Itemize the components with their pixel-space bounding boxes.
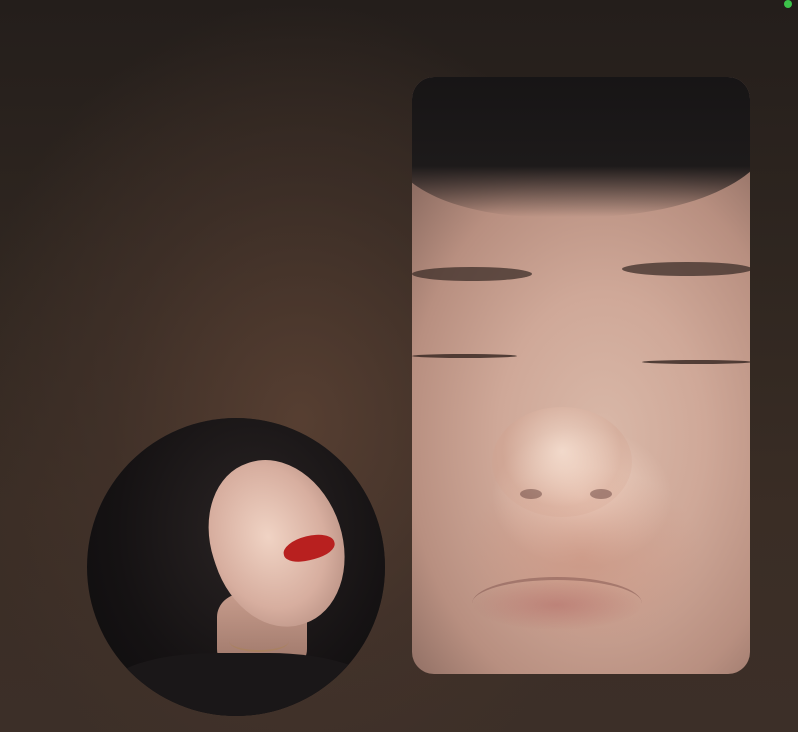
remote-video-eye-right bbox=[642, 360, 750, 364]
connection-status-indicator bbox=[784, 0, 792, 8]
remote-participant-video[interactable] bbox=[412, 77, 750, 674]
self-view-video[interactable] bbox=[87, 418, 385, 716]
video-call-screen bbox=[0, 0, 798, 732]
remote-video-mouth bbox=[472, 577, 642, 630]
remote-video-nostril-right bbox=[590, 489, 612, 499]
self-video-necklace bbox=[229, 630, 289, 652]
remote-video-brow-right bbox=[622, 262, 750, 276]
remote-video-eye-left bbox=[412, 354, 517, 358]
self-video-shirt bbox=[107, 653, 377, 716]
remote-video-nostril-left bbox=[520, 489, 542, 499]
remote-video-nose bbox=[492, 407, 632, 517]
remote-video-hair-region bbox=[412, 77, 750, 217]
remote-video-brow-left bbox=[412, 267, 532, 281]
